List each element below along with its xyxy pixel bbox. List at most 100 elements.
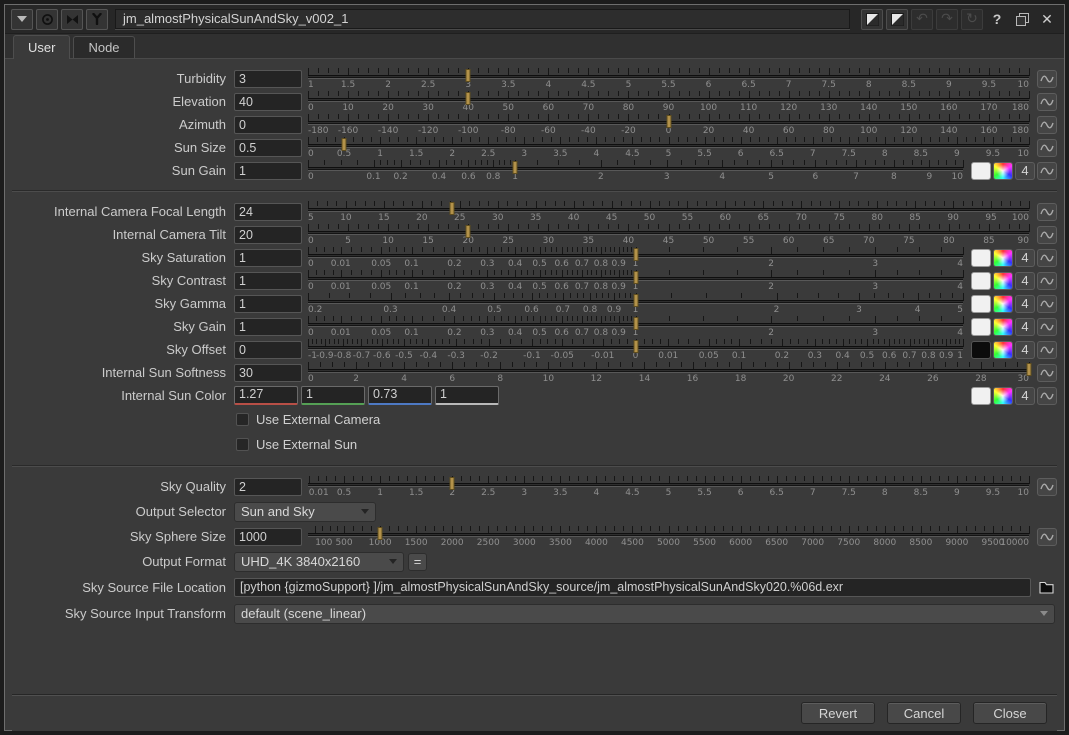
internal-camera-focal-length-slider-handle[interactable] — [450, 202, 455, 215]
sky-offset-slider-handle[interactable] — [633, 340, 638, 353]
diagonal-swatch-button-2[interactable] — [886, 9, 908, 30]
sun-size-slider-handle[interactable] — [342, 138, 347, 151]
sky-quality-slider[interactable]: 0.010.511.522.533.544.555.566.577.588.59… — [308, 475, 1029, 498]
float-panel-button[interactable] — [1011, 9, 1033, 30]
sky-gamma-color-wheel-icon[interactable] — [993, 295, 1013, 313]
sky-contrast-channels-button[interactable]: 4 — [1015, 272, 1035, 290]
sky-gamma-slider-handle[interactable] — [633, 294, 638, 307]
sky-gamma-color-swatch-button[interactable] — [971, 295, 991, 313]
sky-saturation-color-swatch-button[interactable] — [971, 249, 991, 267]
elevation-slider-handle[interactable] — [466, 92, 471, 105]
internal-sun-color-channel-0-input[interactable]: 1.27 — [234, 386, 298, 405]
azimuth-slider[interactable]: -180-160-140-120-100-80-60-40-2002040608… — [308, 113, 1029, 136]
internal-sun-softness-input[interactable]: 30 — [234, 364, 302, 382]
sky-gain-color-swatch-button[interactable] — [971, 318, 991, 336]
internal-camera-focal-length-curve-button[interactable] — [1037, 203, 1057, 221]
turbidity-slider[interactable]: 11.522.533.544.555.566.577.588.599.510 — [308, 67, 1029, 90]
sky-gamma-slider[interactable]: 0.20.30.40.50.60.70.80.912345 — [308, 292, 963, 315]
sun-gain-color-wheel-icon[interactable] — [993, 162, 1013, 180]
sky-contrast-curve-button[interactable] — [1037, 272, 1057, 290]
output-format-equals-button[interactable]: = — [408, 553, 427, 571]
center-node-button[interactable] — [36, 9, 58, 30]
sky-gamma-input[interactable]: 1 — [234, 295, 302, 313]
internal-sun-color-curve-button[interactable] — [1037, 387, 1057, 405]
sky-sphere-size-curve-button[interactable] — [1037, 528, 1057, 546]
tab-node[interactable]: Node — [73, 36, 134, 58]
sky-gain-input[interactable]: 1 — [234, 318, 302, 336]
sky-gain-channels-button[interactable]: 4 — [1015, 318, 1035, 336]
sky-offset-input[interactable]: 0 — [234, 341, 302, 359]
sun-size-slider[interactable]: 00.511.522.533.544.555.566.577.588.599.5… — [308, 136, 1029, 159]
undo-button[interactable]: ↶ — [911, 9, 933, 30]
internal-camera-focal-length-input[interactable]: 24 — [234, 203, 302, 221]
node-menu-button[interactable] — [11, 9, 33, 30]
sky-gamma-channels-button[interactable]: 4 — [1015, 295, 1035, 313]
sky-sphere-size-input[interactable]: 1000 — [234, 528, 302, 546]
internal-sun-softness-curve-button[interactable] — [1037, 364, 1057, 382]
sun-gain-input[interactable]: 1 — [234, 162, 302, 180]
sun-size-input[interactable]: 0.5 — [234, 139, 302, 157]
sky-gain-slider-handle[interactable] — [633, 317, 638, 330]
output-selector-dropdown[interactable]: Sun and Sky — [234, 502, 376, 522]
sky-contrast-slider[interactable]: 00.010.050.10.20.30.40.50.60.70.80.91234 — [308, 269, 963, 292]
sky-saturation-color-wheel-icon[interactable] — [993, 249, 1013, 267]
sky-gain-curve-button[interactable] — [1037, 318, 1057, 336]
sky-saturation-channels-button[interactable]: 4 — [1015, 249, 1035, 267]
sky-saturation-slider-handle[interactable] — [633, 248, 638, 261]
internal-sun-color-channel-3-input[interactable]: 1 — [435, 386, 499, 405]
tab-user[interactable]: User — [13, 35, 70, 59]
cancel-button[interactable]: Cancel — [887, 702, 961, 724]
internal-sun-softness-slider[interactable]: 024681012141618202224262830 — [308, 361, 1029, 384]
azimuth-slider-handle[interactable] — [666, 115, 671, 128]
close-panel-button[interactable]: ✕ — [1036, 9, 1058, 30]
elevation-curve-button[interactable] — [1037, 93, 1057, 111]
turbidity-curve-button[interactable] — [1037, 70, 1057, 88]
sky-offset-curve-button[interactable] — [1037, 341, 1057, 359]
sky-contrast-input[interactable]: 1 — [234, 272, 302, 290]
sky-offset-channels-button[interactable]: 4 — [1015, 341, 1035, 359]
sun-gain-slider-handle[interactable] — [513, 161, 518, 174]
wrench-button[interactable] — [86, 9, 108, 30]
turbidity-input[interactable]: 3 — [234, 70, 302, 88]
elevation-slider[interactable]: 0102030405060708090100110120130140150160… — [308, 90, 1029, 113]
sky-quality-slider-handle[interactable] — [450, 477, 455, 490]
azimuth-input[interactable]: 0 — [234, 116, 302, 134]
internal-sun-color-channel-2-input[interactable]: 0.73 — [368, 386, 432, 405]
internal-camera-tilt-slider[interactable]: 051015202530354045505560657075808590 — [308, 223, 1029, 246]
sun-gain-slider[interactable]: 00.10.20.40.60.812345678910 — [308, 159, 963, 182]
sky-gain-slider[interactable]: 00.010.050.10.20.30.40.50.60.70.80.91234 — [308, 315, 963, 338]
internal-sun-color-channels-button[interactable]: 4 — [1015, 387, 1035, 405]
sky-quality-curve-button[interactable] — [1037, 478, 1057, 496]
internal-camera-tilt-input[interactable]: 20 — [234, 226, 302, 244]
use-external-camera-checkbox[interactable] — [236, 413, 249, 426]
sky-sphere-size-slider-handle[interactable] — [378, 527, 383, 540]
node-name-field[interactable]: jm_almostPhysicalSunAndSky_v002_1 — [115, 9, 850, 29]
internal-sun-softness-slider-handle[interactable] — [1027, 363, 1032, 376]
sky-source-input-transform-dropdown[interactable]: default (scene_linear) — [234, 604, 1055, 624]
sky-contrast-slider-handle[interactable] — [633, 271, 638, 284]
internal-camera-tilt-slider-handle[interactable] — [466, 225, 471, 238]
sun-gain-channels-button[interactable]: 4 — [1015, 162, 1035, 180]
internal-sun-color-color-wheel-icon[interactable] — [993, 387, 1013, 405]
mask-button[interactable] — [61, 9, 83, 30]
revert-knobs-button[interactable]: ↻ — [961, 9, 983, 30]
sky-gain-color-wheel-icon[interactable] — [993, 318, 1013, 336]
sky-sphere-size-slider[interactable]: 1005001000150020002500300035004000450050… — [308, 525, 1029, 548]
sky-contrast-color-wheel-icon[interactable] — [993, 272, 1013, 290]
sun-gain-color-swatch-button[interactable] — [971, 162, 991, 180]
sky-saturation-curve-button[interactable] — [1037, 249, 1057, 267]
diagonal-swatch-button-1[interactable] — [861, 9, 883, 30]
sun-size-curve-button[interactable] — [1037, 139, 1057, 157]
internal-camera-focal-length-slider[interactable]: 5101520253035404550556065707580859095100 — [308, 200, 1029, 223]
sky-source-file-location-input[interactable]: [python {gizmoSupport} ]/jm_almostPhysic… — [234, 578, 1031, 597]
revert-button[interactable]: Revert — [801, 702, 875, 724]
close-button[interactable]: Close — [973, 702, 1047, 724]
azimuth-curve-button[interactable] — [1037, 116, 1057, 134]
sun-gain-curve-button[interactable] — [1037, 162, 1057, 180]
sky-saturation-input[interactable]: 1 — [234, 249, 302, 267]
sky-saturation-slider[interactable]: 00.010.050.10.20.30.40.50.60.70.80.91234 — [308, 246, 963, 269]
turbidity-slider-handle[interactable] — [466, 69, 471, 82]
sky-source-file-location-browse-button[interactable] — [1035, 578, 1057, 598]
sky-quality-input[interactable]: 2 — [234, 478, 302, 496]
elevation-input[interactable]: 40 — [234, 93, 302, 111]
